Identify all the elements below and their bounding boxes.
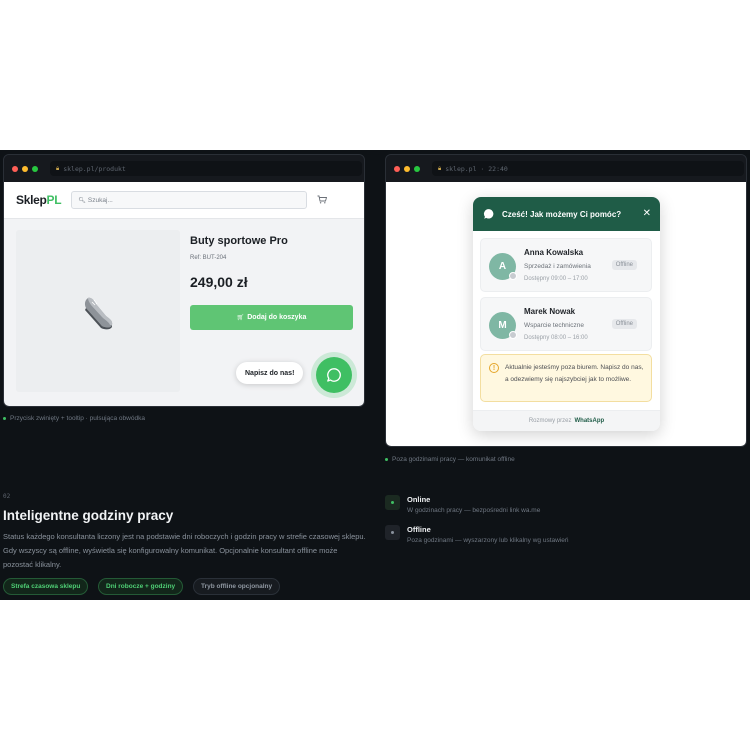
product-ref: Ref: BUT-204 xyxy=(190,255,227,261)
browser-titlebar: 🔒︎ sklep.pl · 22:40 xyxy=(386,155,746,182)
footer-brand[interactable]: WhatsApp xyxy=(575,418,605,424)
close-window-dot[interactable] xyxy=(12,165,18,172)
widget-footer: Rozmowy przez WhatsApp xyxy=(473,410,660,431)
shop-page: SklepPL 🔍︎ Szukaj... Buty sportowe Pro R… xyxy=(4,182,364,406)
cart-icon: 🛒︎ xyxy=(236,315,245,321)
showcase-stage: 🔒︎ sklep.pl/produkt SklepPL 🔍︎ Szukaj... xyxy=(0,150,750,600)
status-label: Online xyxy=(407,495,431,504)
agent-card[interactable]: M Marek Nowak Wsparcie techniczne Dostęp… xyxy=(480,297,652,351)
address-url: sklep.pl · 22:40 xyxy=(445,164,508,173)
maximize-window-dot[interactable] xyxy=(32,165,38,172)
add-to-cart-label: Dodaj do koszyka xyxy=(247,314,307,321)
feature-pill: Tryb offline opcjonalny xyxy=(193,578,281,595)
search-placeholder: Szukaj... xyxy=(87,196,113,204)
status-badge: Offline xyxy=(611,260,637,270)
search-icon: 🔍︎ xyxy=(78,197,86,204)
section-number: 02 xyxy=(3,493,11,500)
product-image xyxy=(16,230,180,392)
shop-logo[interactable]: SklepPL xyxy=(16,193,62,207)
agent-name: Marek Nowak xyxy=(524,307,576,316)
offline-notice: ! Aktualnie jesteśmy poza biurem. Napisz… xyxy=(480,354,652,402)
browser-window-product: 🔒︎ sklep.pl/produkt SklepPL 🔍︎ Szukaj... xyxy=(3,154,365,407)
agent-name: Anna Kowalska xyxy=(524,248,584,257)
status-description: W godzinach pracy — bezpośredni link wa.… xyxy=(407,507,541,514)
browser-titlebar: 🔒︎ sklep.pl/produkt xyxy=(4,155,364,182)
caption-right: Poza godzinami pracy — komunikat offline xyxy=(385,456,515,463)
agent-card[interactable]: A Anna Kowalska Sprzedaż i zamówienia Do… xyxy=(480,238,652,292)
address-url: sklep.pl/produkt xyxy=(63,164,126,173)
close-window-dot[interactable] xyxy=(394,165,400,172)
section-title: Inteligentne godziny pracy xyxy=(3,508,174,523)
presence-dot xyxy=(509,272,517,280)
caption-dot xyxy=(3,417,6,420)
widget-header: Cześć! Jak możemy Ci pomóc? xyxy=(473,197,660,231)
address-bar[interactable]: 🔒︎ sklep.pl · 22:40 xyxy=(432,161,744,176)
offline-status-icon xyxy=(385,525,400,540)
chat-tooltip[interactable]: Napisz do nas! xyxy=(236,362,304,384)
agent-hours: Dostępny 09:00 – 17:00 xyxy=(524,276,588,282)
browser-window-offline: 🔒︎ sklep.pl · 22:40 Cześć! Jak możemy Ci… xyxy=(385,154,747,447)
warning-icon: ! xyxy=(489,363,499,373)
cart-icon[interactable] xyxy=(317,195,328,206)
chat-bubble-icon xyxy=(483,209,494,219)
caption-left-text: Przycisk zwinięty + tooltip · pulsująca … xyxy=(10,415,145,422)
agent-role: Sprzedaż i zamówienia xyxy=(524,263,591,270)
footer-prefix: Rozmowy przez xyxy=(528,418,572,424)
caption-left: Przycisk zwinięty + tooltip · pulsująca … xyxy=(3,415,145,422)
agent-role: Wsparcie techniczne xyxy=(524,322,584,329)
chat-launcher-button[interactable] xyxy=(316,357,352,393)
online-status-icon xyxy=(385,495,400,510)
lock-icon: 🔒︎ xyxy=(56,164,60,172)
shop-header: SklepPL 🔍︎ Szukaj... xyxy=(4,182,364,219)
status-label: Offline xyxy=(407,525,431,534)
lock-icon: 🔒︎ xyxy=(438,164,442,172)
status-badge: Offline xyxy=(611,319,637,329)
product-title: Buty sportowe Pro xyxy=(190,235,288,247)
search-input[interactable]: 🔍︎ Szukaj... xyxy=(71,191,308,209)
chat-widget: Cześć! Jak możemy Ci pomóc? ✕ A Anna Kow… xyxy=(473,197,660,431)
feature-pill: Strefa czasowa sklepu xyxy=(3,578,89,595)
close-icon[interactable]: ✕ xyxy=(643,208,651,219)
add-to-cart-button[interactable]: 🛒︎ Dodaj do koszyka xyxy=(190,305,353,330)
chat-bubble-icon xyxy=(327,368,341,382)
sneaker-icon xyxy=(84,297,113,330)
address-bar[interactable]: 🔒︎ sklep.pl/produkt xyxy=(50,161,362,176)
caption-right-text: Poza godzinami pracy — komunikat offline xyxy=(392,456,515,463)
widget-title: Cześć! Jak możemy Ci pomóc? xyxy=(502,209,622,219)
minimize-window-dot[interactable] xyxy=(404,165,410,172)
feature-pill: Dni robocze + godziny xyxy=(98,578,184,595)
product-price: 249,00 zł xyxy=(190,274,248,290)
presence-dot xyxy=(509,331,517,339)
minimize-window-dot[interactable] xyxy=(22,165,28,172)
agent-hours: Dostępny 08:00 – 16:00 xyxy=(524,335,588,341)
offline-notice-text: Aktualnie jesteśmy poza biurem. Napisz d… xyxy=(505,364,644,383)
maximize-window-dot[interactable] xyxy=(414,165,420,172)
store-page: Cześć! Jak możemy Ci pomóc? ✕ A Anna Kow… xyxy=(386,182,746,446)
status-description: Poza godzinami — wyszarzony lub klikalny… xyxy=(407,537,569,544)
caption-dot xyxy=(385,458,388,461)
section-description: Status każdego konsultanta liczony jest … xyxy=(3,532,366,569)
